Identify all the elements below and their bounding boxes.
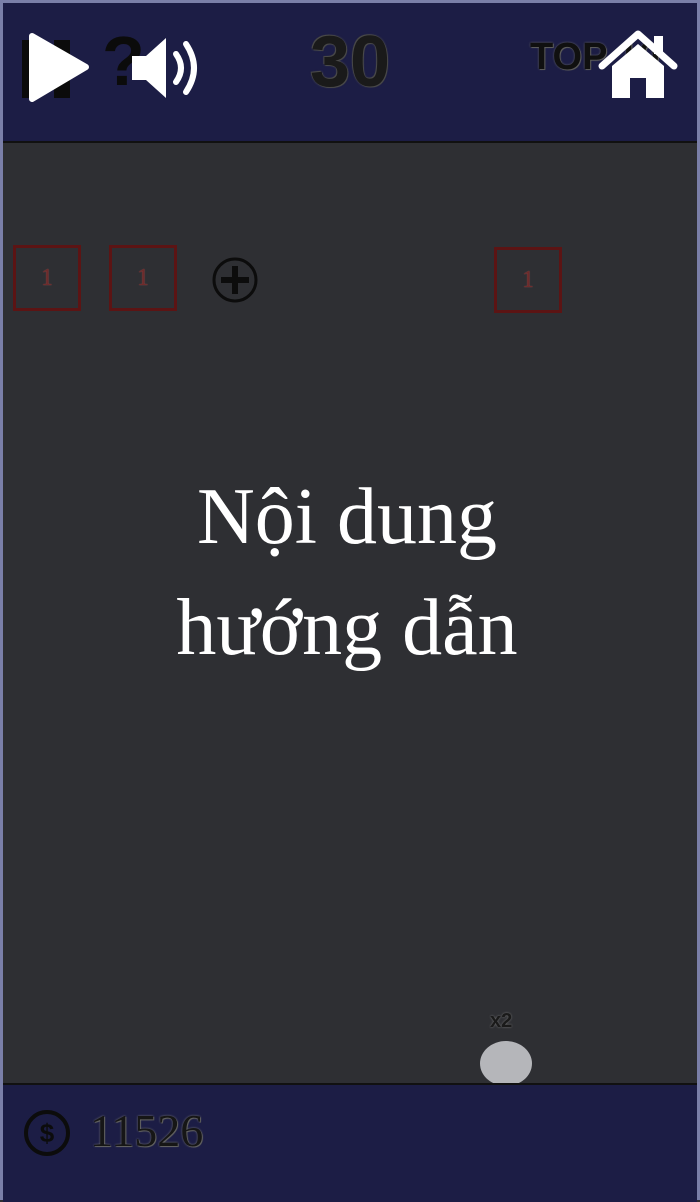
instruction-line-2: hướng dẫn [176,584,518,672]
coin-icon: $ [24,1110,70,1156]
speed-multiplier[interactable]: x2 [490,1010,512,1033]
home-icon[interactable] [598,30,678,102]
coin-balance: 11526 [90,1105,204,1156]
block-value: 1 [41,264,53,291]
play-icon[interactable] [24,30,94,105]
number-block: 1 [13,245,81,311]
instruction-line-1: Nội dung [197,473,497,561]
instruction-overlay: Nội dung hướng dẫn [0,462,694,684]
number-block: 1 [494,247,562,313]
svg-text:$: $ [40,1118,55,1148]
block-value: 1 [522,266,534,293]
level-number: 30 [309,22,391,102]
sound-icon[interactable] [128,30,214,106]
block-value: 1 [137,264,149,291]
number-block: 1 [109,245,177,311]
launcher-ball [480,1041,532,1086]
plus-ball-icon [212,257,258,303]
